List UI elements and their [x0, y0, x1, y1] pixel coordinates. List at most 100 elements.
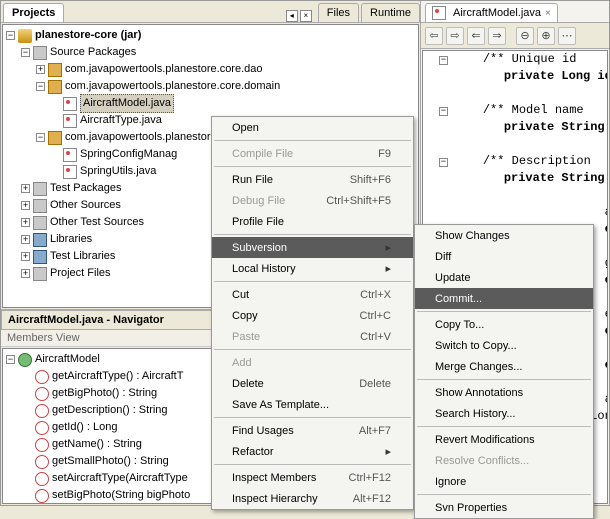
expander-icon[interactable]: +	[21, 235, 30, 244]
ctx-refactor[interactable]: Refactor	[212, 441, 413, 462]
tab-projects[interactable]: Projects	[3, 3, 64, 22]
nav-method[interactable]: getId() : Long	[52, 419, 117, 436]
toolbar-fwd[interactable]: ⇨	[446, 27, 464, 45]
source-icon	[33, 46, 47, 60]
tree-item[interactable]: AircraftType.java	[80, 112, 162, 129]
expander-icon[interactable]: −	[6, 355, 15, 364]
close-icon[interactable]: ×	[545, 8, 551, 19]
method-icon	[35, 404, 49, 418]
expander-icon[interactable]: −	[21, 48, 30, 57]
ctx-svn-resolve[interactable]: Resolve Conflicts...	[415, 450, 593, 471]
ctx-svn-revert[interactable]: Revert Modifications	[415, 429, 593, 450]
method-icon	[35, 438, 49, 452]
toolbar-prev[interactable]: ⇐	[467, 27, 485, 45]
tab-runtime[interactable]: Runtime	[361, 3, 420, 22]
library-icon	[33, 233, 47, 247]
tree-item[interactable]: SpringUtils.java	[80, 163, 156, 180]
package-icon	[48, 63, 62, 77]
ctx-svn-show-changes[interactable]: Show Changes	[415, 225, 593, 246]
java-file-icon	[63, 97, 77, 111]
ctx-save-template[interactable]: Save As Template...	[212, 394, 413, 415]
ctx-debug[interactable]: Debug FileCtrl+Shift+F5	[212, 190, 413, 211]
ctx-svn-ignore[interactable]: Ignore	[415, 471, 593, 492]
nav-class[interactable]: AircraftModel	[35, 351, 100, 368]
toolbar-next[interactable]: ⇒	[488, 27, 506, 45]
expander-icon[interactable]: +	[21, 184, 30, 193]
tree-item[interactable]: Other Sources	[50, 197, 121, 214]
ctx-subversion[interactable]: Subversion	[212, 237, 413, 258]
ctx-cut[interactable]: CutCtrl+X	[212, 284, 413, 305]
tree-item[interactable]: Other Test Sources	[50, 214, 144, 231]
expander-icon[interactable]: +	[21, 218, 30, 227]
ctx-run[interactable]: Run FileShift+F6	[212, 169, 413, 190]
ctx-svn-merge[interactable]: Merge Changes...	[415, 356, 593, 377]
ctx-svn-props[interactable]: Svn Properties	[415, 497, 593, 518]
tree-item[interactable]: SpringConfigManag	[80, 146, 177, 163]
nav-method[interactable]: setAircraftType(AircraftType	[52, 470, 188, 487]
tree-item[interactable]: Project Files	[50, 265, 111, 282]
ctx-copy[interactable]: CopyCtrl+C	[212, 305, 413, 326]
editor-toolbar: ⇦ ⇨ ⇐ ⇒ ⊖ ⊕ ⋯	[421, 23, 609, 49]
expander-icon[interactable]: +	[21, 269, 30, 278]
ctx-svn-annotations[interactable]: Show Annotations	[415, 382, 593, 403]
tab-files[interactable]: Files	[318, 3, 359, 22]
editor-tab-aircraftmodel[interactable]: AircraftModel.java ×	[425, 3, 558, 22]
toolbar-zoom-in[interactable]: ⊕	[537, 27, 555, 45]
tab-nav-left[interactable]: ◂	[286, 10, 298, 22]
context-menu: Open Compile FileF9 Run FileShift+F6 Deb…	[211, 116, 414, 510]
ctx-inspect-members[interactable]: Inspect MembersCtrl+F12	[212, 467, 413, 488]
nav-method[interactable]: setBigPhoto(String bigPhoto	[52, 487, 190, 504]
editor-tabs: AircraftModel.java ×	[421, 1, 609, 23]
ctx-svn-copy-to[interactable]: Copy To...	[415, 314, 593, 335]
tree-item[interactable]: com.javapowertools.planestore.core.domai…	[65, 78, 280, 95]
nav-method[interactable]: getAircraftType() : AircraftT	[52, 368, 183, 385]
ctx-svn-switch[interactable]: Switch to Copy...	[415, 335, 593, 356]
tree-item-selected[interactable]: AircraftModel.java	[80, 94, 174, 113]
tree-item[interactable]: Source Packages	[50, 44, 136, 61]
ctx-delete[interactable]: DeleteDelete	[212, 373, 413, 394]
toolbar-back[interactable]: ⇦	[425, 27, 443, 45]
left-tabs: Projects ◂ × Files Runtime	[1, 1, 420, 23]
tree-item[interactable]: com.javapowertools.planestore.core.dao	[65, 61, 263, 78]
tab-nav-close[interactable]: ×	[300, 10, 312, 22]
java-file-icon	[432, 6, 446, 20]
tree-item[interactable]: Test Packages	[50, 180, 122, 197]
method-icon	[35, 472, 49, 486]
ctx-svn-diff[interactable]: Diff	[415, 246, 593, 267]
ctx-paste[interactable]: PasteCtrl+V	[212, 326, 413, 347]
ctx-svn-update[interactable]: Update	[415, 267, 593, 288]
toolbar-more[interactable]: ⋯	[558, 27, 576, 45]
source-icon	[33, 182, 47, 196]
expander-icon[interactable]: +	[21, 201, 30, 210]
expander-icon[interactable]: +	[21, 252, 30, 261]
java-file-icon	[63, 148, 77, 162]
method-icon	[35, 370, 49, 384]
ctx-svn-search-history[interactable]: Search History...	[415, 403, 593, 424]
package-icon	[48, 80, 62, 94]
ctx-svn-commit[interactable]: Commit...	[415, 288, 593, 309]
expander-icon[interactable]: +	[36, 65, 45, 74]
class-icon	[18, 353, 32, 367]
ctx-open[interactable]: Open	[212, 117, 413, 138]
nav-method[interactable]: getName() : String	[52, 436, 142, 453]
context-submenu-subversion: Show Changes Diff Update Commit... Copy …	[414, 224, 594, 519]
source-icon	[33, 267, 47, 281]
ctx-find-usages[interactable]: Find UsagesAlt+F7	[212, 420, 413, 441]
source-icon	[33, 216, 47, 230]
ctx-add[interactable]: Add	[212, 352, 413, 373]
ctx-local-history[interactable]: Local History	[212, 258, 413, 279]
expander-icon[interactable]: −	[36, 82, 45, 91]
project-root[interactable]: planestore-core (jar)	[35, 27, 141, 44]
nav-method[interactable]: getSmallPhoto() : String	[52, 453, 169, 470]
nav-method[interactable]: getDescription() : String	[52, 402, 168, 419]
tree-item[interactable]: com.javapowertools.planestore.cc	[65, 129, 231, 146]
method-icon	[35, 421, 49, 435]
expander-icon[interactable]: −	[6, 31, 15, 40]
nav-method[interactable]: getBigPhoto() : String	[52, 385, 157, 402]
toolbar-zoom-out[interactable]: ⊖	[516, 27, 534, 45]
tree-item[interactable]: Test Libraries	[50, 248, 115, 265]
ctx-compile[interactable]: Compile FileF9	[212, 143, 413, 164]
expander-icon[interactable]: −	[36, 133, 45, 142]
tree-item[interactable]: Libraries	[50, 231, 92, 248]
ctx-profile[interactable]: Profile File	[212, 211, 413, 232]
